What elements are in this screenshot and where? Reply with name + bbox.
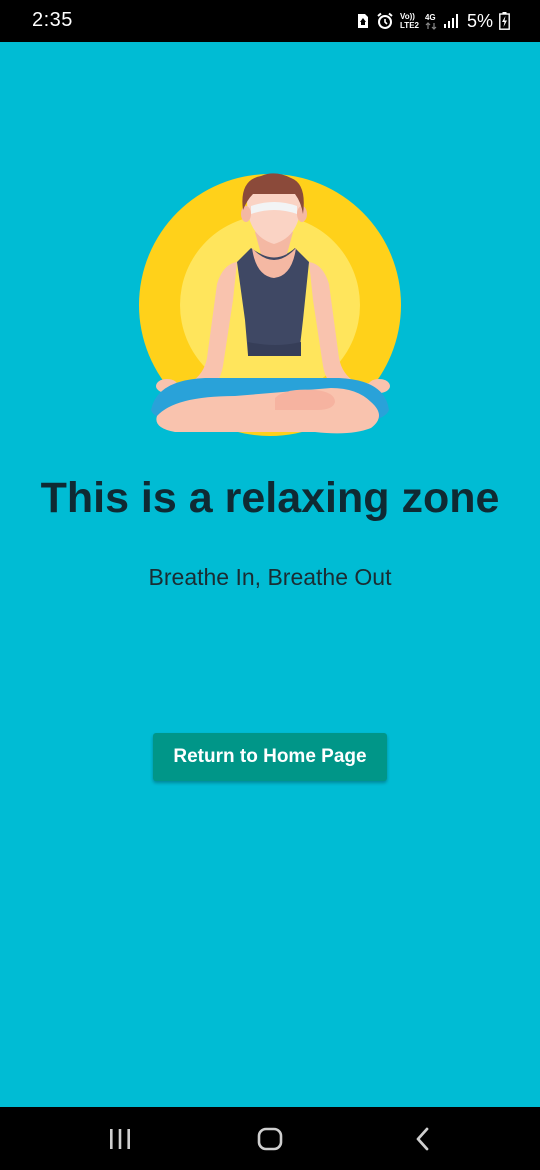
status-time: 2:35: [32, 9, 73, 31]
back-icon: [416, 1127, 429, 1151]
network-type-icon: 4G: [425, 13, 437, 30]
foot: [275, 389, 335, 410]
lte-label: LTE2: [400, 21, 419, 30]
home-button[interactable]: [248, 1121, 292, 1157]
battery-percent: 5%: [466, 10, 493, 31]
back-button[interactable]: [400, 1121, 444, 1157]
return-home-button[interactable]: Return to Home Page: [153, 733, 387, 781]
status-icons: Vo)) LTE2 4G 5%: [356, 8, 510, 34]
recent-apps-button[interactable]: [98, 1121, 142, 1157]
status-bar: 2:35 Vo)) LTE2 4G 5%: [0, 0, 540, 42]
app-screen: 2:35 Vo)) LTE2 4G 5% This is a relaxing …: [0, 0, 540, 1170]
alarm-icon: [376, 12, 394, 30]
signal-icon: [443, 13, 459, 29]
sim-icon: [356, 13, 370, 29]
left-ear: [241, 206, 251, 222]
page-title: This is a relaxing zone: [40, 474, 500, 522]
system-nav-bar: [0, 1107, 540, 1170]
battery-icon: [499, 12, 510, 30]
page-subtitle: Breathe In, Breathe Out: [148, 564, 392, 590]
volte-icon: Vo)) LTE2: [400, 12, 419, 30]
home-icon: [257, 1127, 283, 1151]
volte-label: Vo)): [400, 12, 415, 21]
meditation-illustration: [139, 173, 401, 436]
recent-apps-icon: [110, 1129, 130, 1149]
network-type-label: 4G: [424, 12, 436, 22]
